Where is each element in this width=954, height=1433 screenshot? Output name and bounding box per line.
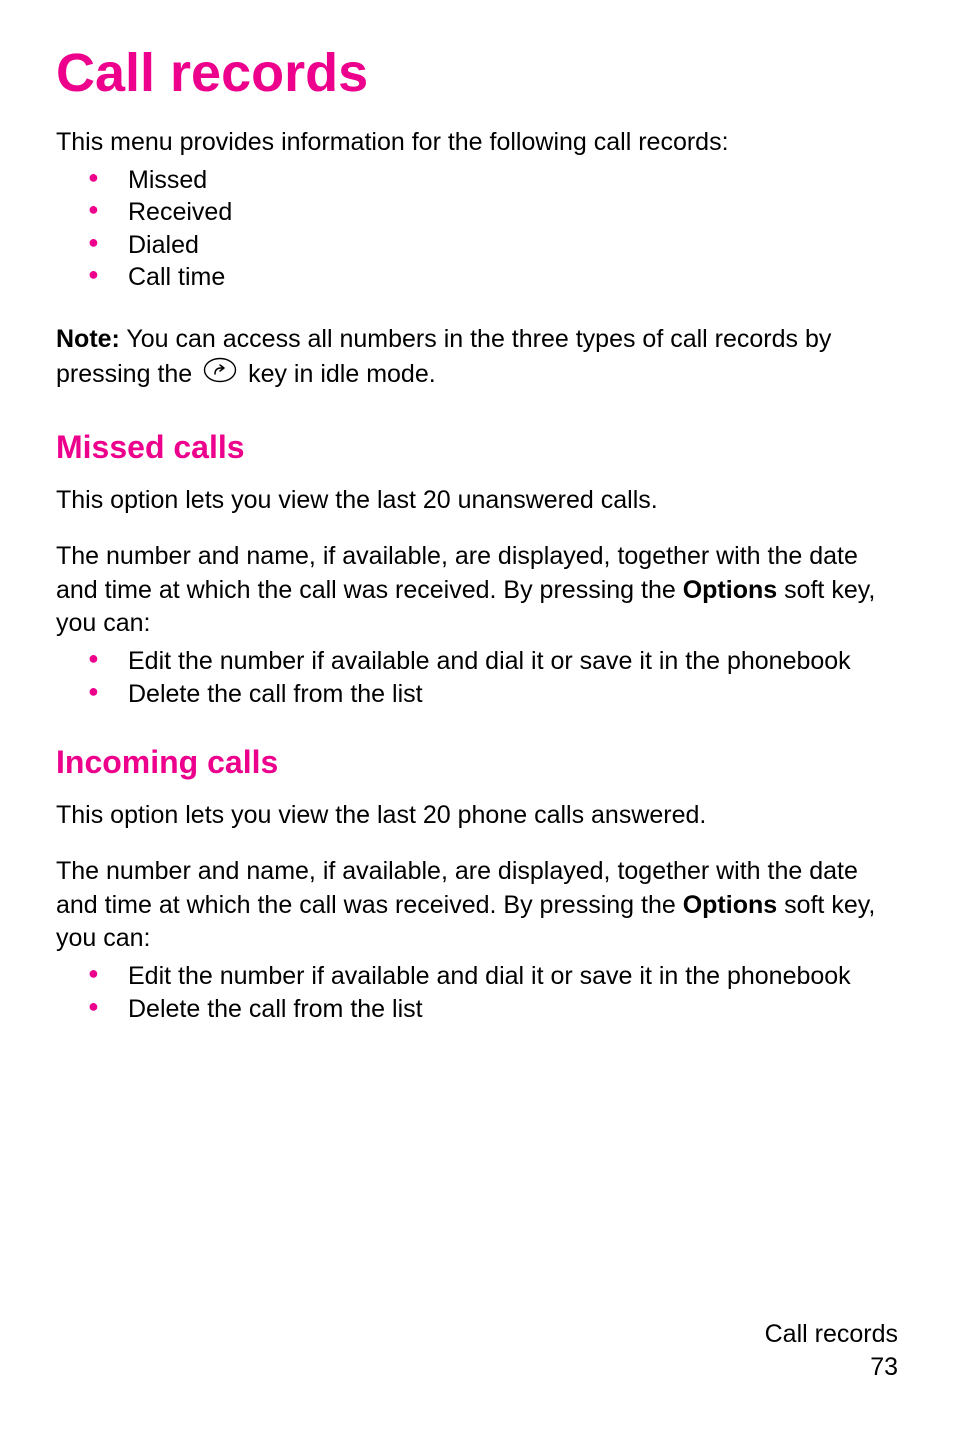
send-key-icon [203, 357, 237, 393]
section-heading-missed-calls: Missed calls [56, 429, 898, 466]
list-item: Dialed [88, 229, 898, 262]
list-item: Call time [88, 261, 898, 294]
note-paragraph: Note: You can access all numbers in the … [56, 322, 898, 393]
body-paragraph: This option lets you view the last 20 ph… [56, 799, 898, 833]
footer-page-number: 73 [765, 1351, 898, 1384]
intro-text: This menu provides information for the f… [56, 126, 898, 160]
options-softkey-label: Options [683, 891, 777, 919]
options-list: Edit the number if available and dial it… [56, 645, 898, 710]
list-item: Received [88, 196, 898, 229]
options-paragraph: The number and name, if available, are d… [56, 540, 898, 641]
list-item: Edit the number if available and dial it… [88, 960, 898, 993]
options-softkey-label: Options [683, 576, 777, 604]
list-item: Missed [88, 164, 898, 197]
body-paragraph: This option lets you view the last 20 un… [56, 484, 898, 518]
page-footer: Call records 73 [765, 1318, 898, 1383]
section-heading-incoming-calls: Incoming calls [56, 744, 898, 781]
note-text-after: key in idle mode. [241, 360, 436, 388]
page-title: Call records [56, 42, 898, 104]
list-item: Edit the number if available and dial it… [88, 645, 898, 678]
list-item: Delete the call from the list [88, 678, 898, 711]
options-list: Edit the number if available and dial it… [56, 960, 898, 1025]
footer-section-name: Call records [765, 1318, 898, 1351]
records-list: Missed Received Dialed Call time [56, 164, 898, 294]
note-label: Note: [56, 325, 120, 353]
note-text-before: You can access all numbers in the three … [56, 325, 831, 388]
options-paragraph: The number and name, if available, are d… [56, 855, 898, 956]
list-item: Delete the call from the list [88, 993, 898, 1026]
